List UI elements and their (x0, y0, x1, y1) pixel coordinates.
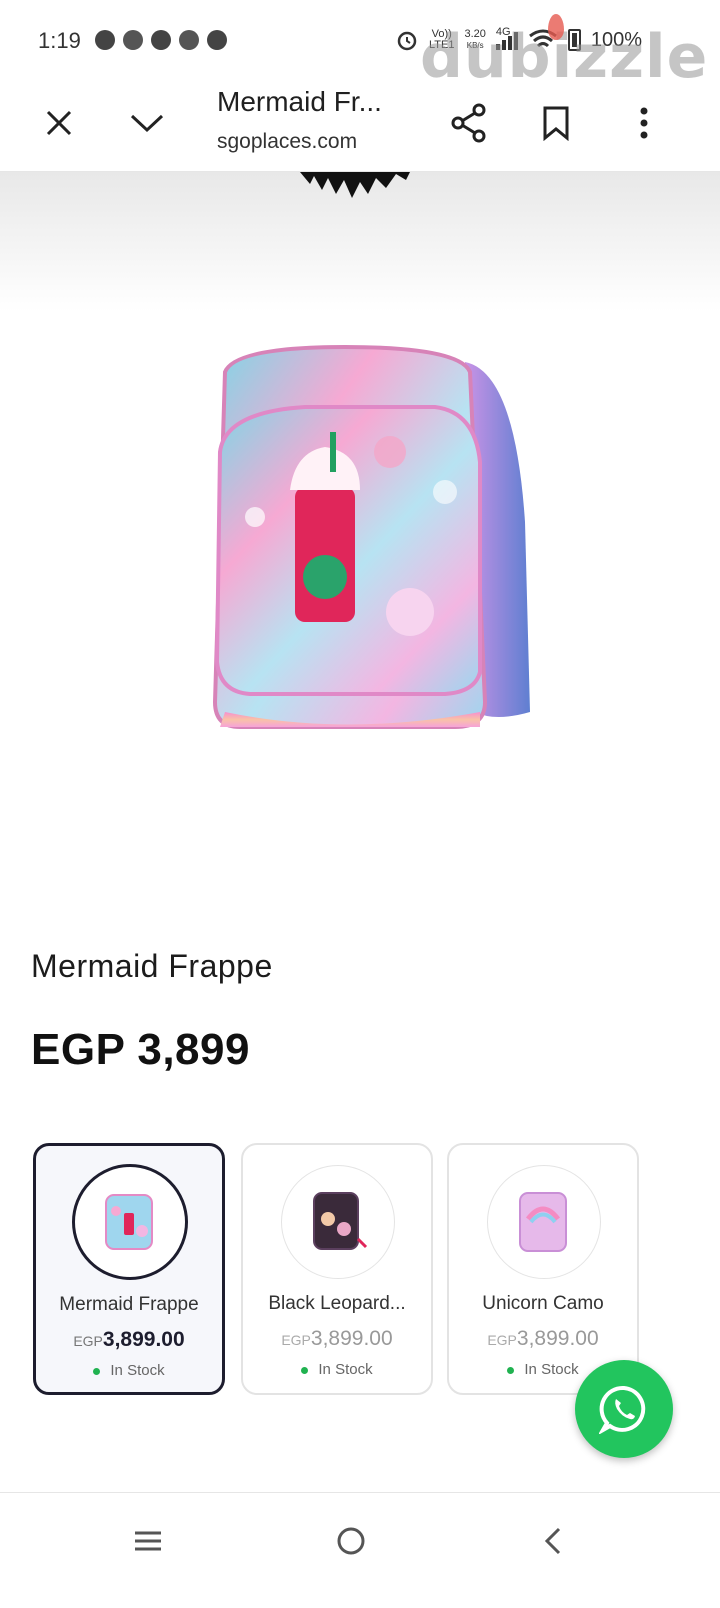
variant-price: EGP3,899.00 (243, 1327, 431, 1351)
variant-name: Mermaid Frappe (59, 1294, 199, 1315)
status-time: 1:19 (38, 28, 81, 53)
browser-toolbar: Mermaid Fr... sgoplaces.com (0, 80, 720, 172)
variant-amount: 3,899.00 (310, 1327, 393, 1350)
variant-card-mermaid-frappe[interactable]: Mermaid Frappe EGP3,899.00 In Stock (33, 1143, 225, 1395)
product-gallery (0, 172, 720, 932)
close-button[interactable] (34, 98, 84, 148)
variant-price: EGP3,899.00 (36, 1328, 222, 1352)
brand-logo-fragment (300, 172, 410, 198)
variant-stock-label: In Stock (110, 1362, 165, 1379)
variant-stock: In Stock (36, 1362, 222, 1379)
variant-currency: EGP (281, 1332, 311, 1348)
chevron-down-icon (130, 114, 164, 133)
variant-currency: EGP (73, 1333, 103, 1349)
variant-name: Black Leopard... (268, 1293, 406, 1314)
minimize-button[interactable] (122, 98, 172, 148)
product-name: Mermaid Frappe (31, 948, 273, 984)
home-icon (337, 1527, 365, 1555)
system-nav-bar (0, 1492, 720, 1608)
alarm-icon (397, 31, 417, 51)
variant-price: EGP3,899.00 (449, 1327, 637, 1351)
unicorn-backpack-thumbnail (519, 1192, 567, 1252)
variant-card-black-leopard[interactable]: Black Leopard... EGP3,899.00 In Stock (241, 1143, 433, 1395)
back-button[interactable] (523, 1511, 583, 1571)
variant-card-unicorn-camo[interactable]: Unicorn Camo EGP3,899.00 In Stock (447, 1143, 639, 1395)
variant-thumbnail (281, 1165, 395, 1279)
variant-stock-label: In Stock (524, 1361, 579, 1378)
whatsapp-icon (599, 1385, 646, 1434)
recents-button[interactable] (118, 1511, 178, 1571)
product-image[interactable] (195, 342, 545, 732)
in-stock-dot (93, 1367, 101, 1375)
add-contact-icon (179, 30, 199, 50)
variant-currency: EGP (487, 1332, 517, 1348)
status-bar: 1:19 Vo)) LTE1 3.20 KB/s 4G 100% dubizzl… (0, 0, 720, 92)
page-url[interactable]: sgoplaces.com (217, 130, 357, 154)
telegram-icon (95, 30, 115, 50)
facebook-icon (151, 30, 171, 50)
variant-stock-label: In Stock (318, 1361, 373, 1378)
variant-amount: 3,899.00 (516, 1327, 599, 1350)
variant-selector: Mermaid Frappe EGP3,899.00 In Stock Blac… (33, 1143, 653, 1399)
more-options-button[interactable] (619, 98, 669, 148)
whatsapp-button[interactable] (575, 1360, 673, 1458)
share-icon (451, 103, 486, 143)
flame-icon (548, 14, 564, 40)
variant-stock: In Stock (243, 1361, 431, 1378)
black-leopard-backpack-thumbnail (313, 1192, 368, 1250)
mermaid-backpack-thumbnail (105, 1194, 153, 1250)
variant-name: Unicorn Camo (482, 1293, 604, 1314)
notification-icons (95, 30, 227, 50)
home-button[interactable] (321, 1511, 381, 1571)
variant-thumbnail (487, 1165, 601, 1279)
bookmark-icon (543, 106, 569, 141)
back-icon (544, 1527, 561, 1555)
recents-icon (135, 1531, 161, 1551)
in-stock-dot (301, 1366, 309, 1374)
variant-thumbnail (72, 1164, 188, 1280)
variant-amount: 3,899.00 (102, 1328, 185, 1351)
bookmark-button[interactable] (531, 98, 581, 148)
product-price: EGP 3,899 (31, 1025, 250, 1074)
in-stock-dot (507, 1366, 515, 1374)
page-title: Mermaid Fr... (217, 86, 382, 117)
more-vert-icon (640, 107, 648, 139)
share-button[interactable] (444, 98, 494, 148)
chat-icon (207, 30, 227, 50)
close-icon (46, 110, 72, 136)
telegram-plane-icon (123, 30, 143, 50)
